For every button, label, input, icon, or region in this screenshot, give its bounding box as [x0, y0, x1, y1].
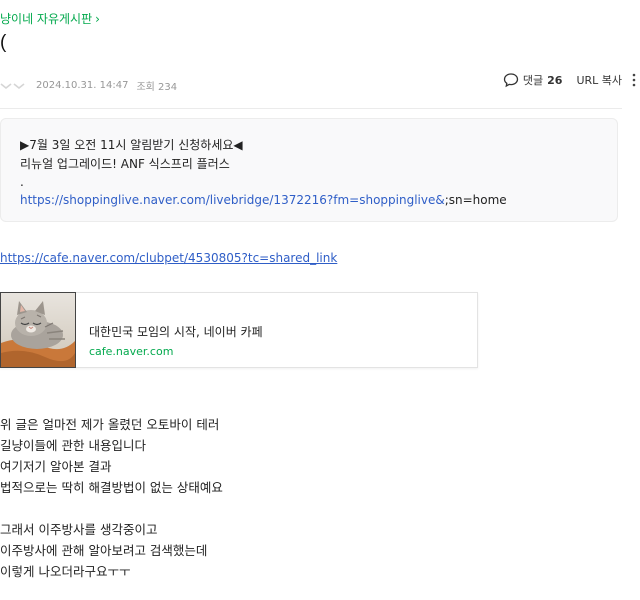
chevron-right-icon: › [95, 11, 100, 26]
url-copy-button[interactable]: URL 복사 [576, 72, 622, 88]
vertical-dots-icon[interactable] [628, 72, 640, 88]
post-views: 조회 234 [136, 82, 178, 93]
author-level-icon [0, 79, 28, 93]
body-line: 법적으로는 딱히 해결방법이 없는 상태예요 [0, 480, 223, 495]
comment-count[interactable]: 26 [547, 74, 562, 87]
speech-bubble-icon[interactable] [503, 72, 519, 88]
shared-link[interactable]: https://cafe.naver.com/clubpet/4530805?t… [0, 251, 337, 265]
preview-domain: cafe.naver.com [89, 345, 174, 358]
preview-title[interactable]: 대한민국 모임의 시작, 네이버 카페 [89, 323, 263, 340]
body-line: 여기저기 알아본 결과 [0, 459, 112, 474]
body-line: 이주방사에 관해 알아보려고 검색했는데 [0, 543, 208, 558]
body-line: 위 글은 얼마전 제가 올렸던 오토바이 테러 [0, 417, 220, 432]
body-line: 이렇게 나오더라구요ㅜㅜ [0, 564, 131, 579]
header-divider [0, 108, 622, 109]
quote-line-2: 리뉴얼 업그레이드! ANF 식스프리 플러스 [20, 157, 230, 171]
quote-box: ▶7월 3일 오전 11시 알림받기 신청하세요◀ 리뉴얼 업그레이드! ANF… [0, 118, 618, 222]
body-line: 길냥이들에 관한 내용입니다 [0, 438, 146, 453]
link-preview-card[interactable]: 대한민국 모임의 시작, 네이버 카페 cafe.naver.com [0, 292, 478, 368]
quote-link-suffix: ;sn=home [444, 193, 507, 207]
quote-line-1: ▶7월 3일 오전 11시 알림받기 신청하세요◀ [20, 138, 243, 152]
post-date: 2024.10.31. 14:47 [36, 80, 129, 91]
board-breadcrumb[interactable]: 냥이네 자유게시판 › [0, 10, 100, 27]
comment-label[interactable]: 댓글 [523, 72, 543, 88]
quote-link-row: https://shoppinglive.naver.com/livebridg… [20, 191, 617, 210]
post-meta: 2024.10.31. 14:47 조회 234 [0, 78, 177, 93]
post-body: 위 글은 얼마전 제가 올렸던 오토바이 테러 길냥이들에 관한 내용입니다 여… [0, 414, 223, 582]
preview-text: 대한민국 모임의 시작, 네이버 카페 cafe.naver.com [76, 293, 263, 367]
body-line: 그래서 이주방사를 생각중이고 [0, 522, 158, 537]
quote-link[interactable]: https://shoppinglive.naver.com/livebridg… [20, 193, 445, 207]
cat-thumbnail-image [0, 292, 76, 368]
post-title: ( [0, 32, 7, 53]
board-name[interactable]: 냥이네 자유게시판 [0, 10, 92, 27]
quote-line-3: . [20, 175, 24, 189]
post-actions: 댓글 26 URL 복사 [503, 72, 640, 88]
